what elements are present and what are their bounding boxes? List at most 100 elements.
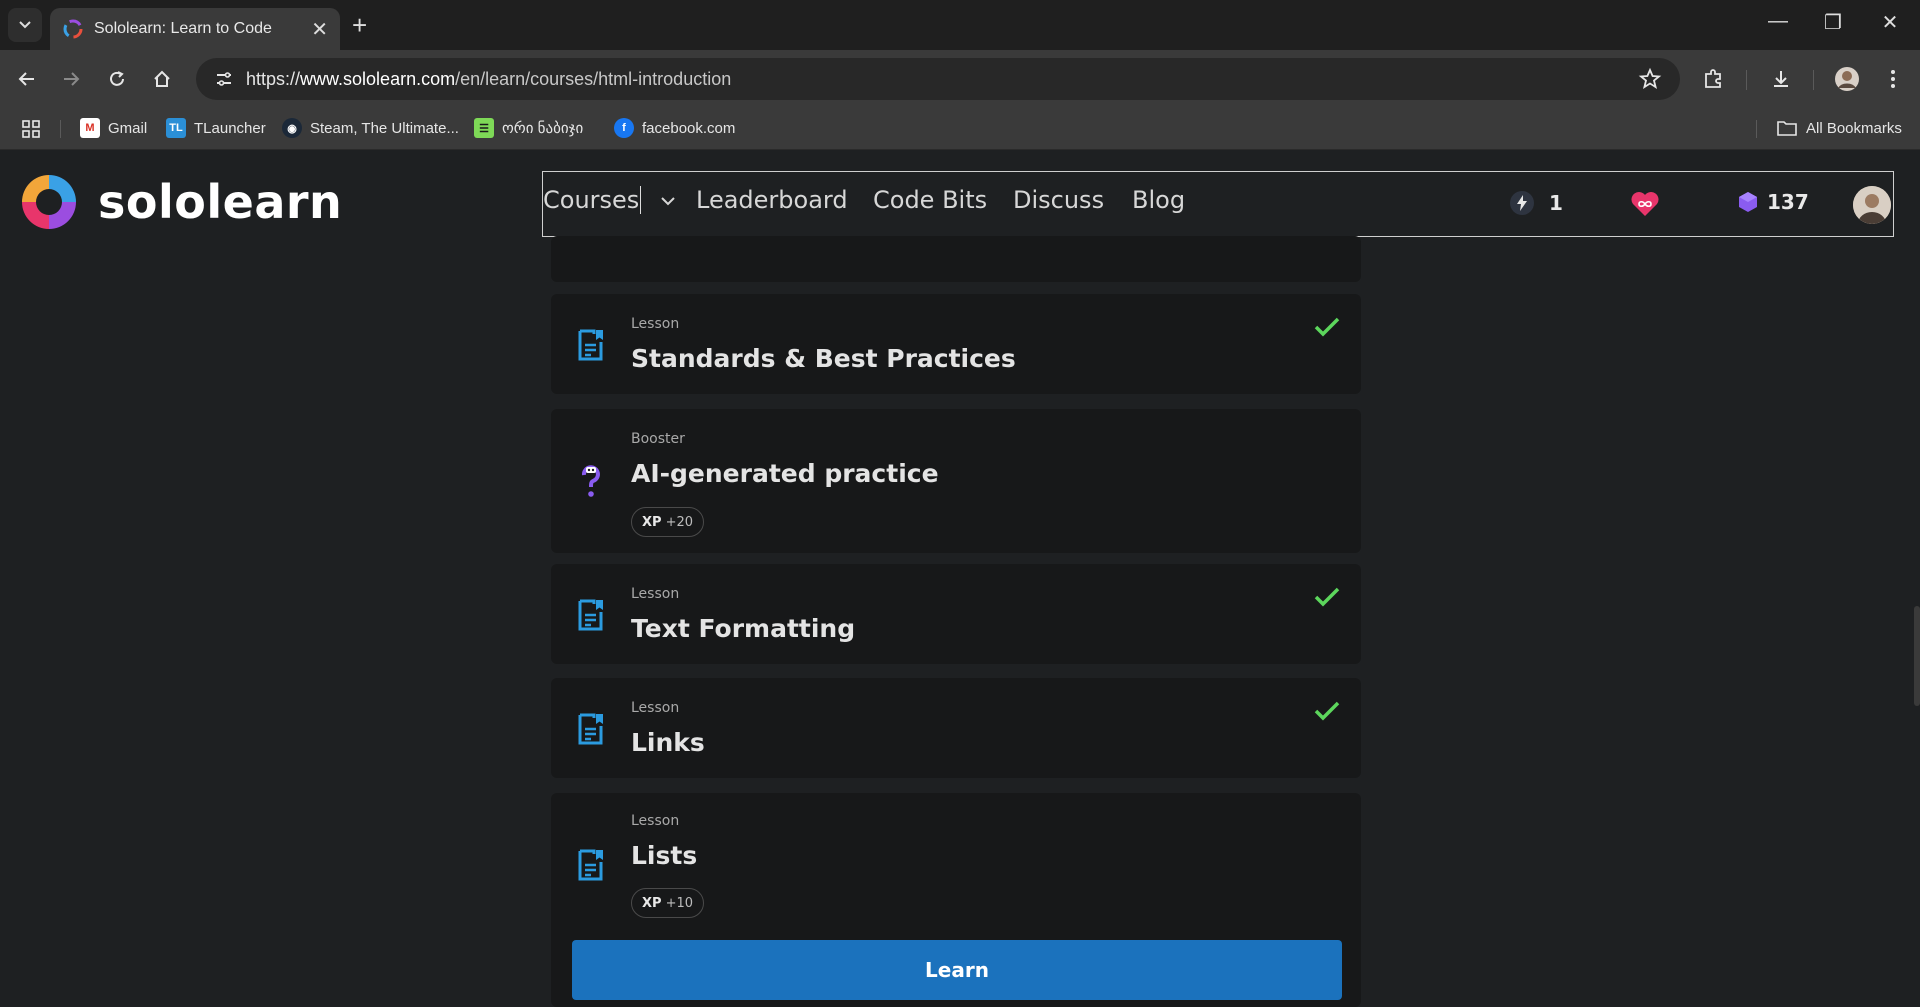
streak-counter[interactable]: 1 [1509, 190, 1563, 216]
lesson-card[interactable]: Lesson Standards & Best Practices [551, 294, 1361, 394]
lesson-type: Lesson [631, 700, 680, 716]
all-bookmarks-button[interactable]: All Bookmarks [1776, 118, 1902, 138]
url-host: www.sololearn.com [300, 68, 456, 89]
gem-icon [1739, 192, 1757, 212]
downloads-button[interactable] [1766, 64, 1796, 94]
lesson-title: AI-generated practice [631, 459, 939, 488]
bookmarks-divider [1756, 120, 1757, 138]
nav-leaderboard[interactable]: Leaderboard [696, 186, 848, 214]
new-tab-button[interactable]: + [352, 12, 367, 38]
lesson-type: Booster [631, 431, 685, 447]
xp-badge: XP +20 [631, 507, 704, 537]
tab-search-button[interactable] [8, 8, 42, 42]
lesson-title: Text Formatting [631, 614, 856, 643]
home-icon [154, 70, 170, 87]
nav-code-bits[interactable]: Code Bits [873, 186, 987, 214]
gems-count: 137 [1767, 190, 1809, 214]
xp-badge: XP +10 [631, 888, 704, 918]
bookmark-gmail[interactable]: M Gmail [80, 118, 147, 138]
sololearn-logo-icon [22, 175, 76, 229]
star-bookmark-icon[interactable] [1638, 67, 1662, 91]
browser-tab-strip: Sololearn: Learn to Code ✕ + — ❐ ✕ [0, 0, 1920, 50]
learn-button[interactable]: Learn [572, 940, 1342, 1000]
profile-avatar-icon [1835, 67, 1859, 91]
home-button[interactable] [147, 64, 177, 94]
main-nav: Courses Leaderboard Code Bits Discuss Bl… [542, 171, 1894, 237]
site-info-button[interactable] [204, 58, 244, 100]
lesson-title: Links [631, 728, 705, 757]
reload-button[interactable] [102, 64, 132, 94]
nav-blog[interactable]: Blog [1132, 186, 1185, 214]
bookmark-tlauncher[interactable]: TL TLauncher [166, 118, 266, 138]
tab-title: Sololearn: Learn to Code [94, 20, 272, 37]
lesson-type: Lesson [631, 316, 680, 332]
sololearn-logo-text: sololearn [98, 175, 343, 229]
sololearn-logo[interactable]: sololearn [18, 171, 342, 233]
nav-courses-label: Courses [543, 186, 642, 214]
gems-counter[interactable]: 137 [1737, 190, 1809, 214]
xp-value: +10 [665, 895, 693, 911]
toolbar-divider [1746, 70, 1747, 90]
lightning-icon [1510, 191, 1534, 215]
address-bar[interactable]: https://www.sololearn.com/en/learn/cours… [196, 58, 1680, 100]
forward-button[interactable] [56, 64, 86, 94]
lesson-title: Standards & Best Practices [631, 344, 1016, 373]
bookmark-site[interactable]: ☰ ორი ნაბიჯი [474, 118, 583, 138]
bookmarks-divider [60, 120, 61, 138]
browser-menu-button[interactable] [1878, 64, 1908, 94]
booster-card[interactable]: Booster AI-generated practice XP +20 [551, 409, 1361, 553]
browser-tab-active[interactable]: Sololearn: Learn to Code ✕ [50, 8, 340, 50]
extensions-button[interactable] [1698, 64, 1728, 94]
lesson-doc-icon [578, 849, 603, 881]
apps-button[interactable] [20, 118, 42, 140]
url-path: /en/learn/courses/html-introduction [455, 68, 732, 89]
bookmark-label: facebook.com [642, 119, 736, 137]
reload-icon [110, 71, 124, 86]
lesson-doc-icon [578, 329, 603, 361]
nav-discuss[interactable]: Discuss [1013, 186, 1104, 214]
restore-icon[interactable]: ❐ [1813, 10, 1853, 35]
arrow-left-icon [18, 72, 34, 86]
bookmark-label: ორი ნაბიჯი [502, 120, 584, 137]
course-content: Lesson Standards & Best Practices Booste… [0, 236, 1920, 1007]
url-text: https://www.sololearn.com/en/learn/cours… [246, 69, 731, 90]
lesson-card-partial[interactable] [551, 236, 1361, 282]
back-button[interactable] [12, 64, 42, 94]
url-scheme: https:// [246, 68, 301, 89]
facebook-icon: f [614, 118, 634, 138]
window-close-icon[interactable]: ✕ [1870, 10, 1910, 35]
nav-courses[interactable]: Courses [543, 186, 677, 214]
all-bookmarks-label: All Bookmarks [1806, 119, 1902, 137]
question-robot-icon [581, 465, 600, 497]
profile-button[interactable] [1832, 64, 1862, 94]
check-icon [1314, 317, 1340, 337]
sololearn-favicon-icon [63, 19, 83, 39]
page-scrollbar[interactable] [1914, 606, 1920, 706]
user-avatar[interactable] [1853, 186, 1891, 224]
puzzle-icon [1705, 69, 1721, 88]
lesson-type: Lesson [631, 813, 680, 829]
bookmark-facebook[interactable]: f facebook.com [614, 118, 735, 138]
heart-infinity-icon [1631, 192, 1659, 216]
bookmark-steam[interactable]: ◉ Steam, The Ultimate... [282, 118, 459, 138]
tlauncher-icon: TL [166, 118, 186, 138]
minimize-icon[interactable]: — [1758, 10, 1798, 33]
lesson-doc-icon [578, 599, 603, 631]
hearts-counter[interactable] [1629, 190, 1661, 218]
xp-value: +20 [665, 514, 693, 530]
bookmark-site-icon: ☰ [474, 118, 494, 138]
tab-close-icon[interactable]: ✕ [311, 17, 328, 42]
streak-count: 1 [1549, 191, 1563, 215]
lesson-doc-icon [578, 713, 603, 745]
lesson-card[interactable]: Lesson Links [551, 678, 1361, 778]
tune-icon [217, 72, 231, 86]
bookmark-label: Gmail [108, 119, 148, 137]
apps-grid-icon [22, 120, 40, 138]
lesson-card[interactable]: Lesson Text Formatting [551, 564, 1361, 664]
check-icon [1314, 701, 1340, 721]
kebab-menu-icon [1891, 70, 1895, 88]
folder-icon [1777, 121, 1797, 136]
bookmarks-bar: M Gmail TL TLauncher ◉ Steam, The Ultima… [0, 108, 1920, 150]
lesson-type: Lesson [631, 586, 680, 602]
lesson-title: Lists [631, 841, 698, 870]
